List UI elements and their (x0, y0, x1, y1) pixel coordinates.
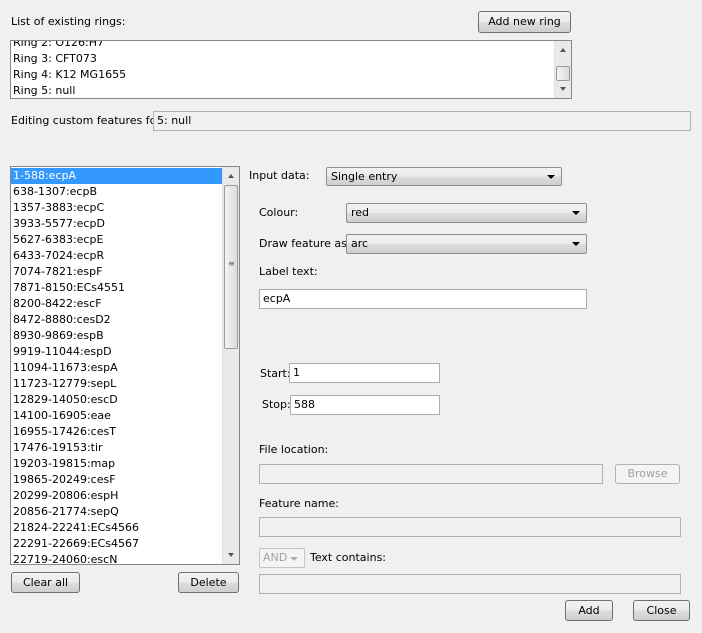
colour-label: Colour: (259, 206, 299, 219)
stop-label: Stop: (262, 398, 291, 411)
input-data-select[interactable]: Single entry (326, 167, 562, 186)
operator-select[interactable]: AND (259, 548, 305, 568)
file-location-label: File location: (259, 443, 329, 456)
add-button[interactable]: Add (565, 600, 613, 621)
chevron-down-icon (290, 557, 298, 561)
chevron-down-icon (572, 242, 580, 246)
ring-list-item[interactable]: Ring 3: CFT073 (11, 51, 554, 67)
file-location-input[interactable] (259, 464, 603, 484)
feature-list-item[interactable]: 11094-11673:espA (11, 360, 222, 376)
feature-list-item[interactable]: 5627-6383:ecpE (11, 232, 222, 248)
feature-list-item[interactable]: 22291-22669:ECs4567 (11, 536, 222, 552)
input-data-value: Single entry (331, 170, 398, 183)
input-data-label: Input data: (249, 169, 310, 182)
grip-icon: ≡ (228, 259, 235, 268)
feature-list-item[interactable]: 638-1307:ecpB (11, 184, 222, 200)
feature-list-item[interactable]: 3933-5577:ecpD (11, 216, 222, 232)
browse-button[interactable]: Browse (615, 464, 680, 484)
draw-feature-label: Draw feature as: (259, 237, 351, 250)
scroll-thumb[interactable] (556, 66, 570, 81)
feature-list-item[interactable]: 20856-21774:sepQ (11, 504, 222, 520)
label-text-label: Label text: (259, 265, 318, 278)
feature-list-item[interactable]: 7871-8150:ECs4551 (11, 280, 222, 296)
scroll-down-icon[interactable] (560, 87, 566, 91)
rings-scrollbar[interactable] (554, 41, 571, 98)
features-scrollbar[interactable]: ≡ (222, 167, 239, 564)
text-contains-input[interactable] (259, 574, 681, 594)
ring-list-item[interactable]: Ring 4: K12 MG1655 (11, 67, 554, 83)
feature-list-item[interactable]: 1-588:ecpA (11, 168, 222, 184)
draw-feature-value: arc (351, 237, 369, 250)
scroll-up-icon[interactable] (228, 174, 234, 178)
start-input[interactable]: 1 (289, 363, 440, 383)
ring-list-item[interactable]: Ring 2: O126:H7 (11, 41, 554, 51)
ring-list-item[interactable]: Ring 5: null (11, 83, 554, 98)
feature-list-item[interactable]: 8930-9869:espB (11, 328, 222, 344)
clear-all-button[interactable]: Clear all (11, 572, 80, 593)
close-button[interactable]: Close (633, 600, 690, 621)
scroll-down-icon[interactable] (228, 553, 234, 557)
feature-list-item[interactable]: 19865-20249:cesF (11, 472, 222, 488)
feature-name-label: Feature name: (259, 497, 339, 510)
feature-list-item[interactable]: 14100-16905:eae (11, 408, 222, 424)
start-label: Start: (260, 367, 291, 380)
rings-label: List of existing rings: (11, 15, 126, 28)
feature-list-item[interactable]: 12829-14050:escD (11, 392, 222, 408)
draw-feature-select[interactable]: arc (346, 234, 587, 254)
stop-input[interactable]: 588 (290, 395, 440, 415)
operator-value: AND (263, 551, 288, 564)
feature-list-item[interactable]: 8200-8422:escF (11, 296, 222, 312)
feature-list-item[interactable]: 21824-22241:ECs4566 (11, 520, 222, 536)
feature-list-item[interactable]: 19203-19815:map (11, 456, 222, 472)
features-list[interactable]: 1-588:ecpA 638-1307:ecpB 1357-3883:ecpC 393… (10, 166, 240, 565)
scroll-thumb[interactable]: ≡ (224, 185, 238, 349)
feature-list-item[interactable]: 22719-24060:escN (11, 552, 222, 564)
feature-list-item[interactable]: 16955-17426:cesT (11, 424, 222, 440)
feature-list-item[interactable]: 11723-12779:sepL (11, 376, 222, 392)
feature-list-item[interactable]: 6433-7024:ecpR (11, 248, 222, 264)
colour-value: red (351, 206, 370, 219)
scroll-up-icon[interactable] (560, 48, 566, 52)
feature-name-input[interactable] (259, 517, 681, 537)
text-contains-label: Text contains: (310, 551, 387, 564)
feature-list-item[interactable]: 20299-20806:espH (11, 488, 222, 504)
label-text-input[interactable]: ecpA (259, 289, 587, 309)
editing-value: 5: null (153, 111, 691, 131)
feature-list-item[interactable]: 8472-8880:cesD2 (11, 312, 222, 328)
feature-list-item[interactable]: 9919-11044:espD (11, 344, 222, 360)
add-new-ring-button[interactable]: Add new ring (478, 11, 571, 33)
chevron-down-icon (547, 175, 555, 179)
rings-list[interactable]: Ring 2: O126:H7 Ring 3: CFT073 Ring 4: K12… (10, 40, 572, 99)
feature-list-item[interactable]: 17476-19153:tir (11, 440, 222, 456)
chevron-down-icon (572, 211, 580, 215)
feature-list-item[interactable]: 7074-7821:espF (11, 264, 222, 280)
delete-button[interactable]: Delete (178, 572, 239, 593)
feature-list-item[interactable]: 1357-3883:ecpC (11, 200, 222, 216)
editing-label: Editing custom features for: (11, 114, 165, 127)
colour-select[interactable]: red (346, 203, 587, 223)
